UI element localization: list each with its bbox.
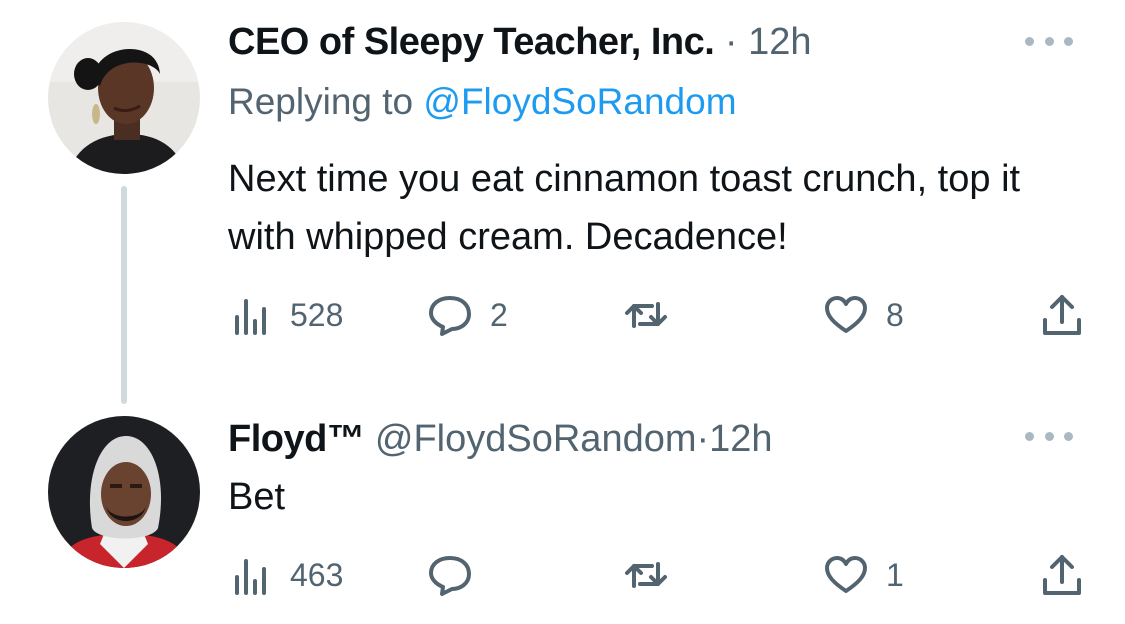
reply-count: 2 bbox=[490, 296, 508, 333]
retweet-icon bbox=[625, 562, 667, 588]
reply-button[interactable]: 2 bbox=[428, 290, 508, 340]
reply-button[interactable] bbox=[428, 550, 490, 600]
display-name[interactable]: CEO of Sleepy Teacher, Inc. bbox=[228, 21, 715, 63]
share-upload-icon bbox=[1043, 295, 1081, 335]
replying-handle-link[interactable]: @FloydSoRandom bbox=[423, 81, 736, 122]
views-chart-icon bbox=[235, 299, 266, 335]
display-name[interactable]: Floyd™ bbox=[228, 418, 365, 460]
avatar-photo-icon bbox=[48, 416, 200, 568]
retweet-button[interactable] bbox=[624, 290, 668, 340]
tweet-header: Floyd™ @FloydSoRandom·12h bbox=[228, 417, 773, 461]
separator-dot: · bbox=[724, 21, 738, 63]
heart-icon bbox=[825, 556, 867, 593]
views-button[interactable]: 528 bbox=[228, 290, 343, 340]
reply-bubble-icon bbox=[429, 556, 471, 596]
tweet-text: Bet bbox=[228, 476, 286, 518]
avatar[interactable] bbox=[48, 416, 200, 568]
retweet-icon bbox=[625, 302, 667, 328]
replying-to: Replying to @FloydSoRandom bbox=[228, 80, 737, 124]
tweet-text: Next time you eat cinnamon toast crunch,… bbox=[228, 158, 1021, 258]
like-count: 1 bbox=[886, 556, 904, 593]
timestamp[interactable]: 12h bbox=[748, 21, 811, 63]
timestamp[interactable]: 12h bbox=[709, 418, 772, 460]
like-button[interactable]: 8 bbox=[824, 290, 904, 340]
tweet-actions: 463 1 bbox=[228, 550, 1088, 600]
like-button[interactable]: 1 bbox=[824, 550, 904, 600]
retweet-button[interactable] bbox=[624, 550, 668, 600]
reply-bubble-icon bbox=[429, 296, 471, 336]
avatar-photo-icon bbox=[48, 22, 200, 174]
like-count: 8 bbox=[886, 296, 904, 333]
more-dots-icon[interactable] bbox=[1025, 31, 1073, 51]
thread-line bbox=[121, 186, 127, 404]
more-dots-icon[interactable] bbox=[1025, 426, 1073, 446]
heart-icon bbox=[825, 296, 867, 333]
tweet-2[interactable]: Floyd™ @FloydSoRandom·12h Bet 463 1 bbox=[0, 400, 1125, 624]
tweet-header: CEO of Sleepy Teacher, Inc. · 12h bbox=[228, 20, 812, 64]
share-upload-icon bbox=[1043, 555, 1081, 595]
replying-prefix: Replying to bbox=[228, 81, 414, 122]
views-chart-icon bbox=[235, 559, 266, 595]
share-button[interactable] bbox=[1040, 550, 1084, 600]
avatar[interactable] bbox=[48, 22, 200, 174]
share-button[interactable] bbox=[1040, 290, 1084, 340]
tweet-actions: 528 2 8 bbox=[228, 290, 1088, 340]
views-count: 528 bbox=[290, 296, 344, 333]
separator-dot: · bbox=[696, 418, 710, 460]
tweet-1[interactable]: CEO of Sleepy Teacher, Inc. · 12h Replyi… bbox=[0, 0, 1125, 404]
views-count: 463 bbox=[290, 556, 344, 593]
handle[interactable]: @FloydSoRandom bbox=[375, 418, 697, 460]
views-button[interactable]: 463 bbox=[228, 550, 343, 600]
